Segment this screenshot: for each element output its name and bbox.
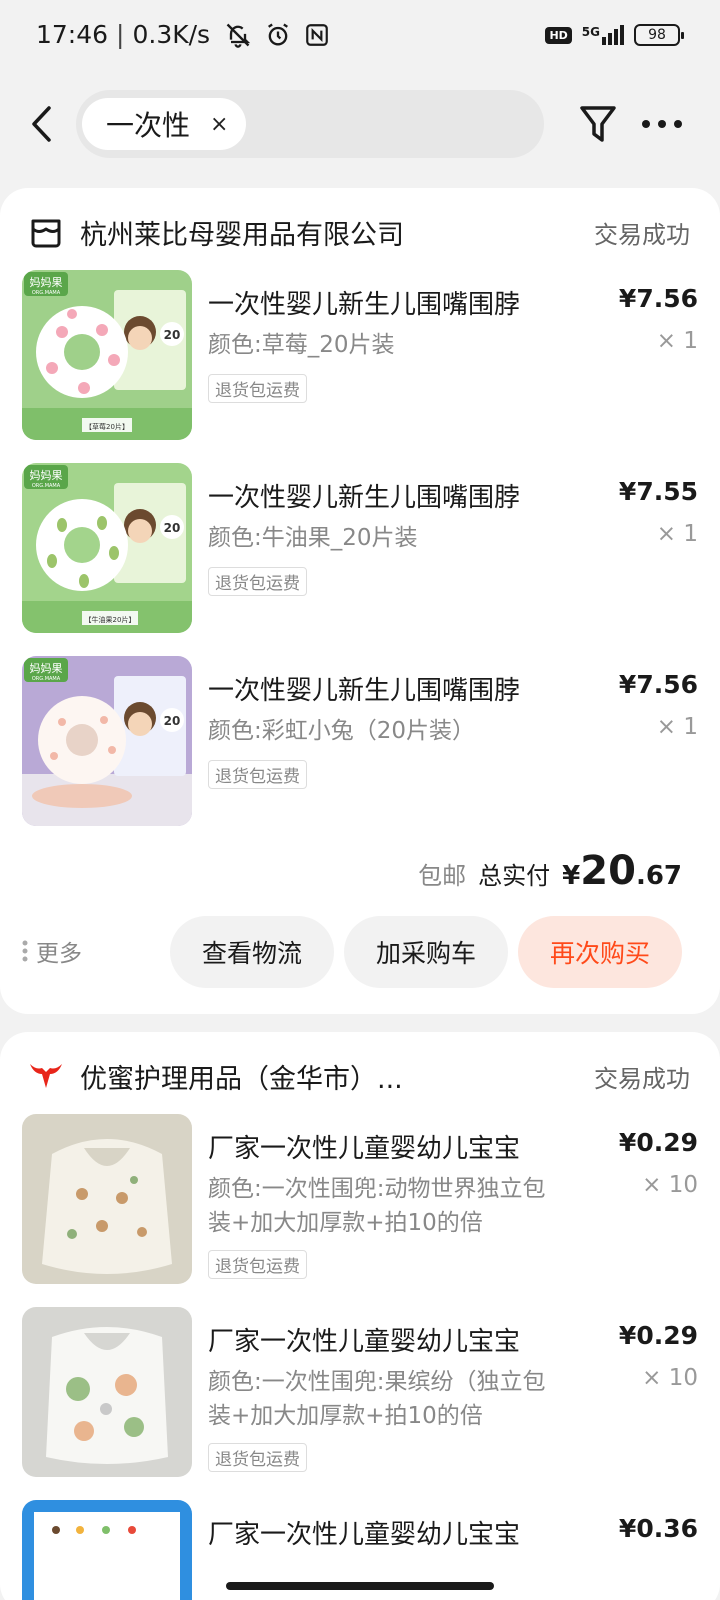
product-quantity: × 10: [642, 1365, 698, 1391]
shop-header[interactable]: 优蜜护理用品（金华市）... 交易成功: [28, 1054, 690, 1098]
svg-text:ORG.MAMA: ORG.MAMA: [32, 483, 61, 489]
search-keyword-chip[interactable]: 一次性 ×: [82, 98, 247, 150]
product-image[interactable]: [22, 1307, 192, 1477]
product-image[interactable]: [22, 1114, 192, 1284]
svg-text:妈妈果: 妈妈果: [30, 661, 63, 675]
total-amount: ¥20.67: [562, 848, 682, 894]
shop-header[interactable]: 杭州莱比母婴用品有限公司 交易成功: [28, 210, 690, 254]
shop-icon: [28, 214, 64, 250]
order-card[interactable]: 杭州莱比母婴用品有限公司 交易成功 妈妈果 ORG.MAMA 20 【草莓20片…: [0, 188, 720, 1014]
product-image[interactable]: 妈妈果 ORG.MAMA 20: [22, 656, 192, 826]
free-shipping-label: 包邮: [418, 862, 467, 890]
product-variant: 颜色:一次性围兜:动物世界独立包装+加大加厚款+拍10的倍: [208, 1176, 546, 1236]
order-item[interactable]: 妈妈果 ORG.MAMA 20 【草莓20片】 一次性婴儿新生儿围嘴围脖 ¥7.…: [22, 270, 698, 440]
order-item[interactable]: 厂家一次性儿童婴幼儿宝宝 ¥0.29 颜色:一次性围兜:动物世界独立包装+加大加…: [22, 1114, 698, 1284]
product-image[interactable]: 妈妈果 ORG.MAMA 20 【草莓20片】: [22, 270, 192, 440]
svg-text:20: 20: [164, 328, 181, 342]
back-button[interactable]: [22, 102, 62, 146]
battery-indicator: 98: [634, 24, 684, 46]
product-price: ¥0.36: [618, 1514, 698, 1543]
product-variant: 颜色:牛油果_20片装: [208, 525, 418, 551]
clear-keyword-button[interactable]: ×: [210, 112, 228, 137]
product-variant: 颜色:彩虹小兔（20片装）: [208, 718, 476, 744]
product-variant: 颜色:一次性围兜:果缤纷（独立包装+加大加厚款+拍10的倍: [208, 1369, 546, 1429]
order-item[interactable]: 厂家一次性儿童婴幼儿宝宝 ¥0.29 颜色:一次性围兜:果缤纷（独立包装+加大加…: [22, 1307, 698, 1477]
search-keyword: 一次性: [106, 109, 191, 142]
filter-button[interactable]: [578, 102, 618, 146]
more-actions-button[interactable]: 更多: [22, 934, 82, 968]
order-actions: 更多 查看物流 加采购车 再次购买: [0, 916, 720, 988]
product-title[interactable]: 厂家一次性儿童婴幼儿宝宝: [208, 1321, 520, 1358]
svg-text:20: 20: [164, 714, 181, 728]
shop-name[interactable]: 优蜜护理用品（金华市）...: [80, 1057, 594, 1096]
svg-text:ORG.MAMA: ORG.MAMA: [32, 676, 61, 682]
total-label: 总实付: [478, 862, 551, 890]
more-actions-label: 更多: [36, 941, 82, 967]
search-input[interactable]: 一次性 ×: [76, 90, 544, 158]
product-title[interactable]: 一次性婴儿新生儿围嘴围脖: [208, 670, 520, 707]
signal-icon: 5G: [582, 25, 624, 45]
svg-text:ORG.MAMA: ORG.MAMA: [32, 290, 61, 296]
vertical-dots-icon: [22, 940, 28, 962]
product-quantity: × 1: [656, 328, 698, 354]
bull-logo-icon: [28, 1058, 64, 1094]
return-shipping-tag: 退货包运费: [208, 567, 307, 596]
product-title[interactable]: 厂家一次性儿童婴幼儿宝宝: [208, 1128, 520, 1165]
product-price: ¥7.56: [618, 284, 698, 313]
product-quantity: × 10: [642, 1172, 698, 1198]
return-shipping-tag: 退货包运费: [208, 760, 307, 789]
home-indicator[interactable]: [226, 1582, 494, 1590]
product-title[interactable]: 一次性婴儿新生儿围嘴围脖: [208, 284, 520, 321]
return-shipping-tag: 退货包运费: [208, 374, 307, 403]
filter-icon: [580, 106, 616, 142]
svg-text:妈妈果: 妈妈果: [30, 468, 63, 482]
product-price: ¥7.55: [618, 477, 698, 506]
product-title[interactable]: 厂家一次性儿童婴幼儿宝宝: [208, 1514, 520, 1551]
more-icon: [642, 120, 682, 128]
more-options-button[interactable]: [640, 102, 684, 146]
product-variant: 颜色:草莓_20片装: [208, 332, 395, 358]
status-time: 17:46: [36, 20, 109, 49]
add-to-purchase-cart-button[interactable]: 加采购车: [344, 916, 508, 988]
search-header: 一次性 ×: [0, 88, 720, 160]
product-image[interactable]: 妈妈果 ORG.MAMA 20 【牛油果20片】: [22, 463, 192, 633]
order-total: 包邮 总实付 ¥20.67: [418, 848, 682, 894]
product-price: ¥7.56: [618, 670, 698, 699]
status-net-speed: 0.3K/s: [132, 20, 211, 49]
view-logistics-button[interactable]: 查看物流: [170, 916, 334, 988]
svg-text:【牛油果20片】: 【牛油果20片】: [85, 615, 136, 624]
shop-name[interactable]: 杭州莱比母婴用品有限公司: [80, 213, 594, 252]
svg-text:妈妈果: 妈妈果: [30, 275, 63, 289]
product-quantity: × 1: [656, 714, 698, 740]
product-price: ¥0.29: [618, 1321, 698, 1350]
alarm-icon: [268, 23, 289, 46]
product-price: ¥0.29: [618, 1128, 698, 1157]
return-shipping-tag: 退货包运费: [208, 1250, 307, 1279]
buy-again-button[interactable]: 再次购买: [518, 916, 682, 988]
product-quantity: × 1: [656, 521, 698, 547]
svg-text:【草莓20片】: 【草莓20片】: [85, 422, 129, 431]
back-icon: [32, 106, 51, 142]
bell-muted-icon: [226, 23, 251, 48]
status-bar: 17:46 | 0.3K/s HD 5G 98: [0, 0, 720, 78]
nfc-icon: [306, 23, 328, 46]
order-status: 交易成功: [594, 220, 690, 249]
hd-badge: HD: [545, 26, 572, 44]
product-image[interactable]: [22, 1500, 192, 1600]
order-card[interactable]: 优蜜护理用品（金华市）... 交易成功 厂家一次性儿童婴幼儿宝宝 ¥0.29 颜…: [0, 1032, 720, 1600]
order-item[interactable]: 妈妈果 ORG.MAMA 20 一次性婴儿新生儿围嘴围脖 ¥7.56 颜色:彩虹…: [22, 656, 698, 826]
order-item[interactable]: 妈妈果 ORG.MAMA 20 【牛油果20片】 一次性婴儿新生儿围嘴围脖 ¥7…: [22, 463, 698, 633]
product-title[interactable]: 一次性婴儿新生儿围嘴围脖: [208, 477, 520, 514]
return-shipping-tag: 退货包运费: [208, 1443, 307, 1472]
svg-text:20: 20: [164, 521, 181, 535]
order-status: 交易成功: [594, 1064, 690, 1093]
